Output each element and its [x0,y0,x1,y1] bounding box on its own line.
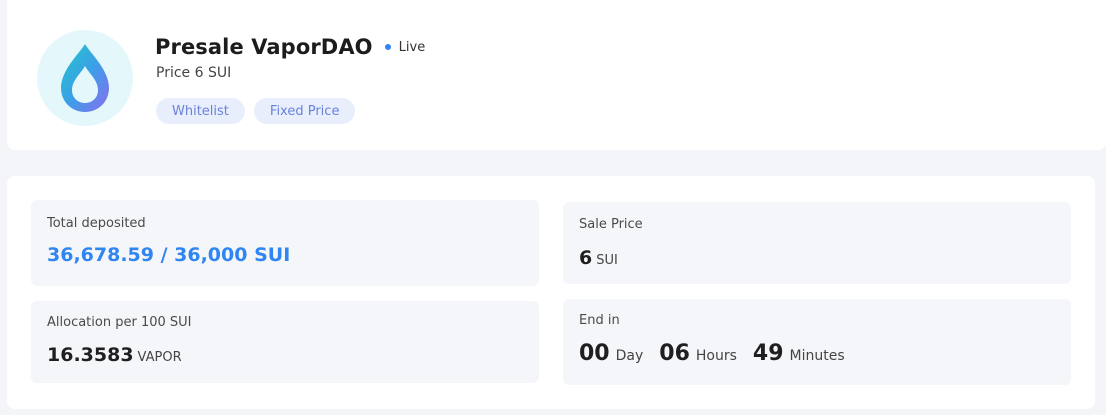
badge-list: Whitelist Fixed Price [156,98,356,124]
countdown-minutes: 49 [752,341,784,366]
page-title: Presale VaporDAO [155,35,373,59]
allocation-number: 16.3583 [47,344,134,366]
badge-fixed-price: Fixed Price [253,98,356,124]
total-deposited-value: 36,678.59 / 36,000 SUI [47,244,291,266]
countdown-hours: 06 [659,341,690,366]
sale-price-label: Sale Price [579,217,643,232]
project-header: Presale VaporDAO Live Price 6 SUI Whitel… [7,0,1106,150]
badge-whitelist: Whitelist [156,98,245,124]
countdown-days-unit: Day [615,348,644,364]
price-label: Price [156,65,191,81]
status-badge: Live [384,39,426,55]
countdown-days: 00 [579,341,610,366]
total-deposited-label: Total deposited [47,216,146,231]
allocation-value: 16.3583 VAPOR [47,344,182,366]
sale-price-card: Sale Price 6 SUI [563,202,1071,284]
status-label: Live [398,39,426,55]
allocation-card: Allocation per 100 SUI 16.3583 VAPOR [31,301,539,383]
sale-price-value: 6 SUI [579,247,618,269]
price-value: 6 SUI [194,65,232,81]
allocation-unit: VAPOR [137,350,182,365]
live-dot-icon [384,44,391,50]
sale-price-unit: SUI [596,253,618,268]
countdown-minutes-unit: Minutes [789,348,845,364]
price-line: Price 6 SUI [156,65,231,81]
sale-price-number: 6 [579,247,593,269]
total-deposited-card: Total deposited 36,678.59 / 36,000 SUI [31,200,539,286]
stats-panel: Total deposited 36,678.59 / 36,000 SUI S… [7,176,1095,409]
droplet-icon [61,44,109,112]
end-in-card: End in 00 Day 06 Hours 49 Minutes [563,299,1071,385]
title-row: Presale VaporDAO Live [155,35,425,59]
countdown-hours-unit: Hours [695,348,737,364]
countdown-timer: 00 Day 06 Hours 49 Minutes [579,341,861,366]
project-logo [37,30,133,126]
end-in-label: End in [579,313,620,328]
allocation-label: Allocation per 100 SUI [47,315,192,330]
